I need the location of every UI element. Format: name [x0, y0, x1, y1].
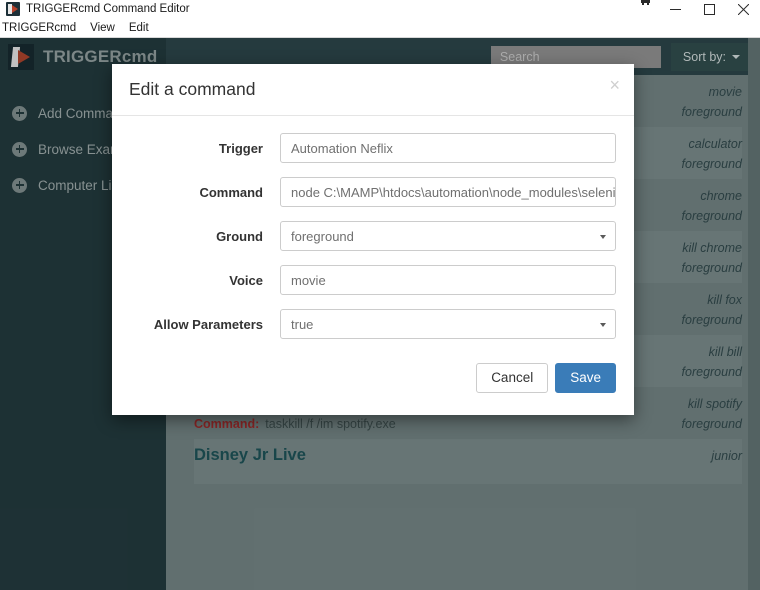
- cancel-button[interactable]: Cancel: [476, 363, 549, 393]
- form-row-voice: Voice movie: [130, 265, 616, 295]
- trigger-input[interactable]: Automation Neflix: [280, 133, 616, 163]
- voice-input[interactable]: movie: [280, 265, 616, 295]
- dialog-header: Edit a command ×: [112, 64, 634, 116]
- form-row-trigger: Trigger Automation Neflix: [130, 133, 616, 163]
- chevron-down-icon: [600, 235, 606, 239]
- menu-item-triggercmd[interactable]: TRIGGERcmd: [0, 19, 83, 37]
- dialog-title: Edit a command: [129, 79, 256, 99]
- command-input[interactable]: node C:\MAMP\htdocs\automation\node_modu…: [280, 177, 616, 207]
- application-window: TRIGGERcmd Command Editor TRIGGERcmd Vie…: [0, 0, 760, 590]
- command-label: Command: [199, 184, 263, 200]
- pin-icon[interactable]: [632, 0, 658, 18]
- window-titlebar: TRIGGERcmd Command Editor: [0, 0, 760, 18]
- trigger-label: Trigger: [218, 140, 263, 156]
- menubar: TRIGGERcmd View Edit: [0, 18, 760, 38]
- minimize-icon[interactable]: [658, 0, 692, 18]
- form-row-allow-parameters: Allow Parameters true: [130, 309, 616, 339]
- form-row-command: Command node C:\MAMP\htdocs\automation\n…: [130, 177, 616, 207]
- close-icon[interactable]: ×: [609, 76, 620, 94]
- allow-parameters-selected-value: true: [291, 316, 314, 332]
- edit-command-dialog: Edit a command × Trigger Automation Nefl…: [112, 64, 634, 415]
- chevron-down-icon: [600, 323, 606, 327]
- allow-parameters-label: Allow Parameters: [153, 316, 263, 332]
- dialog-footer: Cancel Save: [112, 359, 634, 415]
- ground-select[interactable]: foreground: [280, 221, 616, 251]
- app-logo-icon: [6, 2, 20, 16]
- ground-selected-value: foreground: [291, 228, 354, 244]
- form-row-ground: Ground foreground: [130, 221, 616, 251]
- save-button[interactable]: Save: [555, 363, 616, 393]
- ground-label: Ground: [216, 228, 263, 244]
- voice-label: Voice: [229, 272, 263, 288]
- menu-item-view[interactable]: View: [83, 19, 122, 37]
- window-title: TRIGGERcmd Command Editor: [26, 3, 190, 15]
- app-body: TRIGGERcmd Add Command Browse Examples C…: [0, 38, 760, 590]
- maximize-icon[interactable]: [692, 0, 726, 18]
- close-icon[interactable]: [726, 0, 760, 18]
- menu-item-edit[interactable]: Edit: [122, 19, 156, 37]
- allow-parameters-select[interactable]: true: [280, 309, 616, 339]
- dialog-body: Trigger Automation Neflix Command node C…: [112, 116, 634, 359]
